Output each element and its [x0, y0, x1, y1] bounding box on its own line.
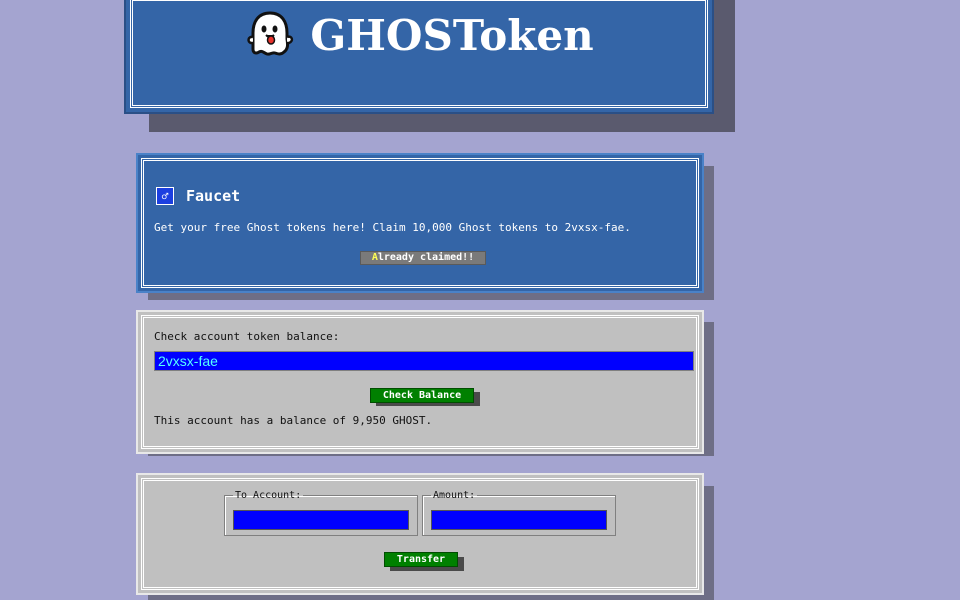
- balance-result: This account has a balance of 9,950 GHOS…: [154, 414, 433, 427]
- faucet-title: Faucet: [186, 187, 241, 205]
- transfer-button[interactable]: Transfer: [384, 552, 458, 567]
- to-account-label: To Account:: [235, 490, 302, 501]
- faucet-panel: ♂ Faucet Get your free Ghost tokens here…: [136, 153, 704, 293]
- amount-input[interactable]: [431, 510, 607, 530]
- header-banner: GHOSToken: [124, 0, 714, 114]
- faucet-description: Get your free Ghost tokens here! Claim 1…: [154, 221, 631, 234]
- transfer-panel: To Account: Amount: Transfer: [136, 473, 704, 595]
- amount-label: Amount:: [433, 490, 476, 501]
- header-border: GHOSToken: [130, 0, 708, 108]
- faucet-icon: ♂: [156, 187, 174, 205]
- ghost-icon: [247, 11, 294, 56]
- amount-fieldset: Amount:: [422, 490, 616, 536]
- balance-panel: Check account token balance: 2vxsx-fae C…: [136, 310, 704, 454]
- to-account-fieldset: To Account:: [224, 490, 418, 536]
- claim-button[interactable]: Already claimed!!: [360, 251, 486, 265]
- header-title-row: GHOSToken: [133, 9, 705, 61]
- claim-button-label: lready claimed!!: [377, 252, 475, 263]
- account-id-input[interactable]: 2vxsx-fae: [154, 351, 694, 371]
- to-account-input[interactable]: [233, 510, 409, 530]
- app-title: GHOSToken: [310, 10, 594, 60]
- check-balance-button[interactable]: Check Balance: [370, 388, 474, 403]
- faucet-header: ♂ Faucet: [156, 187, 240, 205]
- balance-label: Check account token balance:: [154, 330, 340, 343]
- page: GHOSToken ♂ Faucet Get your free Ghost t…: [0, 0, 960, 600]
